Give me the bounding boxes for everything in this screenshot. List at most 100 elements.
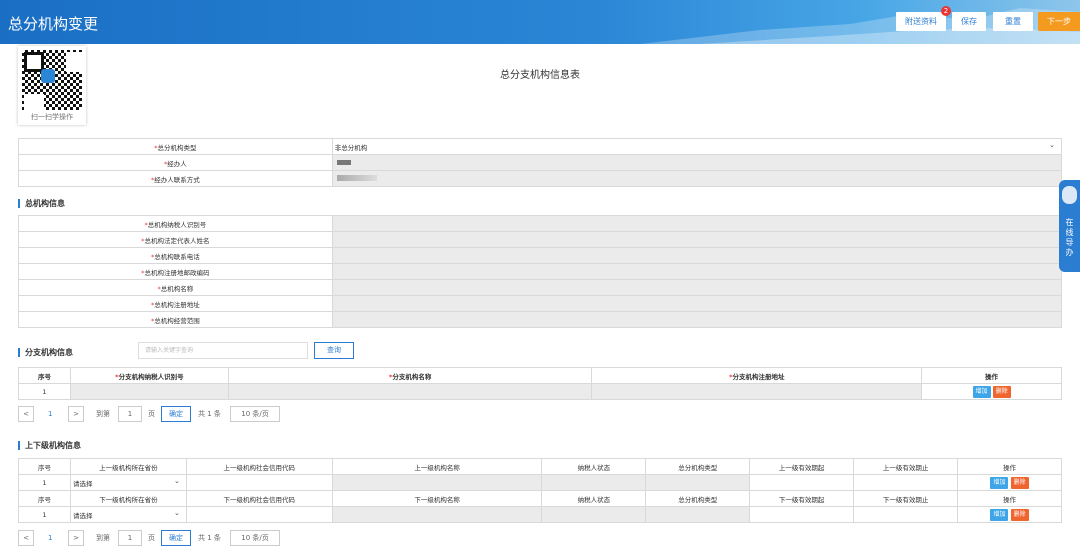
lower-province-select[interactable]: 请选择 ⌄ [69, 506, 187, 523]
relations-col-header: 序号 [18, 490, 71, 507]
page-size-select[interactable]: 10 条/页 [230, 530, 280, 546]
page-size-select[interactable]: 10 条/页 [230, 406, 280, 422]
handler-field[interactable] [331, 154, 1063, 171]
branch-taxid-input[interactable] [69, 383, 229, 400]
hq-field-value [331, 247, 1063, 264]
lower-credit-code-input[interactable] [185, 506, 333, 523]
relations-col-header: 上一级有效期止 [853, 458, 959, 475]
relations-col-header: 下一级机构名称 [331, 490, 543, 507]
relations-col-header: 下一级机构社会信用代码 [185, 490, 333, 507]
header-bar: 总分机构变更 附送资料 2 保存 重置 下一步 [0, 0, 1080, 44]
branch-section-title: 分支机构信息 [18, 348, 73, 357]
attach-materials-button[interactable]: 附送资料 [896, 12, 946, 31]
hq-field-label: *总机构注册地址 [18, 295, 333, 312]
relations-col-header: 总分机构类型 [645, 490, 751, 507]
online-guide-label: 在线导办 [1065, 218, 1074, 257]
lower-valid-from-input[interactable] [749, 506, 855, 523]
lower-valid-to-input[interactable] [853, 506, 959, 523]
branch-col-header: *分支机构纳税人识别号 [69, 367, 229, 384]
relations-col-header: 操作 [957, 458, 1062, 475]
hq-field-value [331, 311, 1063, 328]
page-unit-label: 页 [148, 410, 155, 418]
relations-col-header: 纳税人状态 [541, 490, 647, 507]
branch-name-input[interactable] [227, 383, 593, 400]
handler-phone-field[interactable] [331, 170, 1063, 187]
form-title: 总分支机构信息表 [500, 70, 580, 81]
add-button[interactable]: 增加 [990, 476, 1009, 489]
relations-table: 序号 上一级机构所在省份 上一级机构社会信用代码 上一级机构名称 纳税人状态 总分机构类型… [18, 458, 1062, 523]
branch-type-select[interactable]: 非总分机构 ⌄ [331, 138, 1063, 155]
goto-confirm-button[interactable]: 确定 [161, 530, 191, 546]
relations-col-header: 纳税人状态 [541, 458, 647, 475]
relations-col-header: 下一级有效期止 [853, 490, 959, 507]
goto-page-input[interactable]: 1 [118, 406, 142, 422]
hq-field-label: *总机构联系电话 [18, 247, 333, 264]
row-number: 1 [18, 474, 71, 491]
branch-search-input[interactable]: 请输入关键字查询 [138, 342, 308, 359]
page-title: 总分机构变更 [8, 15, 99, 33]
next-page-button[interactable]: > [68, 406, 84, 422]
next-page-button[interactable]: > [68, 530, 84, 546]
goto-label: 到第 [96, 534, 110, 542]
prev-page-button[interactable]: < [18, 406, 34, 422]
branch-search-button[interactable]: 查询 [314, 342, 354, 359]
hq-field-value [331, 279, 1063, 296]
hq-field-value [331, 215, 1063, 232]
branch-col-header: *分支机构注册地址 [591, 367, 923, 384]
hq-field-value [331, 295, 1063, 312]
relations-col-header: 下一级机构所在省份 [69, 490, 187, 507]
upper-province-select[interactable]: 请选择 ⌄ [69, 474, 187, 491]
next-step-button[interactable]: 下一步 [1038, 12, 1080, 31]
goto-page-input[interactable]: 1 [118, 530, 142, 546]
relations-pagination: < 1 > 到第 1 页 确定 共 1 条 10 条/页 [18, 530, 318, 546]
hq-info-table: *总机构纳税人识别号 *总机构法定代表人姓名 *总机构联系电话 *总机构注册地邮政编码… [18, 215, 1063, 328]
lower-name-field [331, 506, 543, 523]
relations-col-header: 总分机构类型 [645, 458, 751, 475]
relations-section-title: 上下级机构信息 [18, 441, 81, 450]
handler-label: *经办人 [18, 154, 333, 171]
chevron-down-icon: ⌄ [173, 477, 180, 485]
delete-button[interactable]: 删除 [1010, 508, 1029, 521]
hq-field-label: *总机构名称 [18, 279, 333, 296]
relations-col-header: 下一级有效期起 [749, 490, 855, 507]
relations-col-header: 上一级机构社会信用代码 [185, 458, 333, 475]
branch-table: 序号 *分支机构纳税人识别号 *分支机构名称 *分支机构注册地址 操作 1 增加 删除 [18, 367, 1062, 400]
relations-col-header: 上一级有效期起 [749, 458, 855, 475]
add-button[interactable]: 增加 [972, 385, 991, 398]
delete-button[interactable]: 删除 [992, 385, 1011, 398]
branch-address-input[interactable] [591, 383, 923, 400]
add-button[interactable]: 增加 [990, 508, 1009, 521]
lower-type-field [645, 506, 751, 523]
prev-page-button[interactable]: < [18, 530, 34, 546]
handler-phone-label: *经办人联系方式 [18, 170, 333, 187]
hq-section-title: 总机构信息 [18, 199, 65, 208]
goto-confirm-button[interactable]: 确定 [161, 406, 191, 422]
upper-name-field [331, 474, 543, 491]
hq-field-label: *总机构经营范围 [18, 311, 333, 328]
qr-code-card[interactable]: 扫一扫学操作 [18, 46, 86, 125]
current-page[interactable]: 1 [48, 406, 52, 422]
basic-info-table: *总分机构类型 非总分机构 ⌄ *经办人 *经办人联系方式 [18, 138, 1063, 187]
total-count: 共 1 条 [198, 534, 221, 542]
delete-button[interactable]: 删除 [1010, 476, 1029, 489]
attach-count-badge: 2 [941, 6, 951, 16]
current-page[interactable]: 1 [48, 530, 52, 546]
hq-field-value [331, 231, 1063, 248]
hq-field-label: *总机构纳税人识别号 [18, 215, 333, 232]
row-number: 1 [18, 506, 71, 523]
chevron-down-icon: ⌄ [1049, 141, 1055, 149]
row-number: 1 [18, 383, 71, 400]
branch-col-header: 序号 [18, 367, 71, 384]
relations-col-header: 操作 [957, 490, 1062, 507]
upper-valid-from-input[interactable] [749, 474, 855, 491]
chevron-down-icon: ⌄ [173, 509, 180, 517]
goto-label: 到第 [96, 410, 110, 418]
reset-button[interactable]: 重置 [993, 12, 1033, 31]
online-guide-button[interactable]: 在线导办 [1059, 180, 1080, 272]
branch-col-header: *分支机构名称 [227, 367, 593, 384]
upper-credit-code-input[interactable] [185, 474, 333, 491]
upper-valid-to-input[interactable] [853, 474, 959, 491]
relations-col-header: 序号 [18, 458, 71, 475]
save-button[interactable]: 保存 [952, 12, 986, 31]
hq-field-value [331, 263, 1063, 280]
